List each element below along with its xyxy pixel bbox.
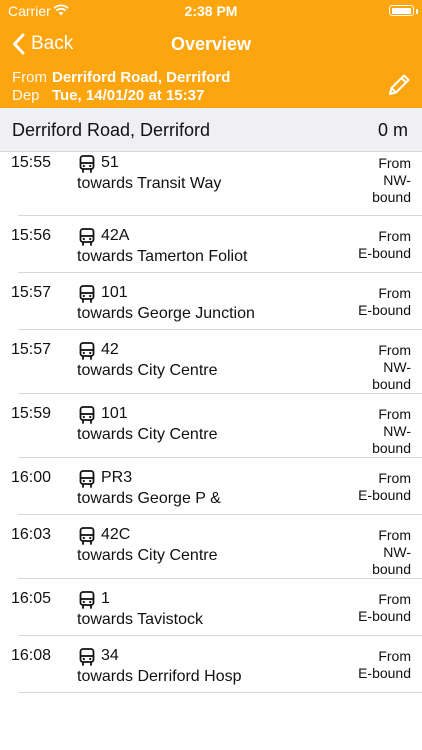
departure-row[interactable]: 16:05 1 towards Tavistock From E-bound	[0, 579, 422, 636]
direction-line: From	[378, 406, 411, 422]
route-number: 34	[101, 647, 119, 664]
dep-label: Dep	[12, 86, 40, 104]
departure-time: 15:57	[11, 284, 52, 301]
departure-time: 15:55	[11, 154, 52, 171]
route-destination: towards George P &	[77, 490, 221, 507]
stop-distance: 0 m	[377, 120, 408, 140]
direction-line: bound	[372, 561, 411, 577]
battery-fill	[391, 7, 411, 14]
departure-time: 15:59	[11, 405, 52, 422]
status-time: 2:38 PM	[184, 3, 238, 19]
route-number: PR3	[101, 469, 133, 486]
route-destination: towards Tamerton Foliot	[77, 248, 248, 265]
direction-line: From	[378, 470, 411, 486]
direction-label: From E-bound	[341, 228, 411, 262]
direction-line: From	[378, 527, 411, 543]
route-destination: towards City Centre	[77, 547, 218, 564]
departure-row[interactable]: 15:56 42A towards Tamerton Foliot From E-bou…	[0, 216, 422, 273]
page-title: Overview	[170, 34, 252, 54]
direction-label: From E-bound	[341, 285, 411, 319]
route-destination: towards City Centre	[77, 362, 218, 379]
direction-line: E-bound	[358, 302, 411, 318]
departure-row[interactable]: 15:59 101 towards City Centre From NW-bound	[0, 394, 422, 458]
route-number: 42C	[101, 526, 131, 543]
departure-row[interactable]: 15:55 51 towards Transit Way From NW-bound	[0, 152, 422, 216]
stop-header: Derriford Road, Derriford 0 m	[0, 108, 422, 152]
departure-list: 15:55 51 towards Transit Way From NW-bound 15…	[0, 152, 422, 693]
departure-row[interactable]: 15:57 101 towards George Junction From E-bou…	[0, 273, 422, 330]
direction-line: From	[378, 155, 411, 171]
direction-line: NW-	[383, 544, 411, 560]
route-destination: towards Transit Way	[77, 175, 222, 192]
direction-label: From E-bound	[341, 470, 411, 504]
departure-row[interactable]: 16:03 42C towards City Centre From NW-bound	[0, 515, 422, 579]
status-bar: Carrier 2:38 PM	[0, 0, 422, 22]
departure-row[interactable]: 15:57 42 towards City Centre From NW-bound	[0, 330, 422, 394]
direction-line: From	[378, 648, 411, 664]
direction-line: E-bound	[358, 487, 411, 503]
direction-label: From NW-bound	[341, 527, 411, 578]
pencil-icon[interactable]	[386, 72, 412, 102]
navigation-bar: Back Overview	[0, 22, 422, 66]
from-value: Derriford Road, Derriford	[52, 68, 231, 86]
direction-label: From NW-bound	[341, 342, 411, 393]
direction-line: From	[378, 342, 411, 358]
direction-line: bound	[372, 189, 411, 205]
trip-summary: From Derriford Road, Derriford Dep Tue, …	[0, 66, 422, 108]
direction-label: From E-bound	[341, 591, 411, 625]
row-separator	[18, 692, 422, 693]
departure-time: 15:56	[11, 227, 52, 244]
route-destination: towards Tavistock	[77, 611, 203, 628]
battery-icon	[389, 5, 414, 16]
departure-time: 16:03	[11, 526, 52, 543]
direction-line: bound	[372, 376, 411, 392]
route-number: 101	[101, 405, 128, 422]
route-number: 42A	[101, 227, 130, 244]
direction-line: E-bound	[358, 665, 411, 681]
direction-line: From	[378, 591, 411, 607]
route-number: 1	[101, 590, 110, 607]
departure-time: 16:05	[11, 590, 52, 607]
route-destination: towards Derriford Hosp	[77, 668, 242, 685]
direction-label: From E-bound	[341, 648, 411, 682]
direction-line: From	[378, 285, 411, 301]
from-label: From	[12, 68, 47, 86]
direction-line: NW-	[383, 423, 411, 439]
direction-line: bound	[372, 440, 411, 456]
departure-row[interactable]: 16:08 34 towards Derriford Hosp From E-bound	[0, 636, 422, 693]
route-destination: towards George Junction	[77, 305, 255, 322]
direction-line: E-bound	[358, 245, 411, 261]
departure-time: 16:00	[11, 469, 52, 486]
direction-line: From	[378, 228, 411, 244]
direction-line: NW-	[383, 172, 411, 188]
battery-tip	[416, 9, 418, 14]
direction-line: E-bound	[358, 608, 411, 624]
stop-name: Derriford Road, Derriford	[12, 120, 211, 140]
departure-row[interactable]: 16:00 PR3 towards George P & From E-bound	[0, 458, 422, 515]
direction-line: NW-	[383, 359, 411, 375]
route-number: 101	[101, 284, 128, 301]
route-number: 51	[101, 154, 119, 171]
departure-time: 16:08	[11, 647, 52, 664]
departure-time: 15:57	[11, 341, 52, 358]
route-destination: towards City Centre	[77, 426, 218, 443]
from-row: From Derriford Road, Derriford	[12, 68, 230, 86]
direction-label: From NW-bound	[341, 406, 411, 457]
direction-label: From NW-bound	[341, 155, 411, 206]
dep-row: Dep Tue, 14/01/20 at 15:37	[12, 86, 204, 104]
dep-value: Tue, 14/01/20 at 15:37	[52, 86, 205, 104]
route-number: 42	[101, 341, 119, 358]
